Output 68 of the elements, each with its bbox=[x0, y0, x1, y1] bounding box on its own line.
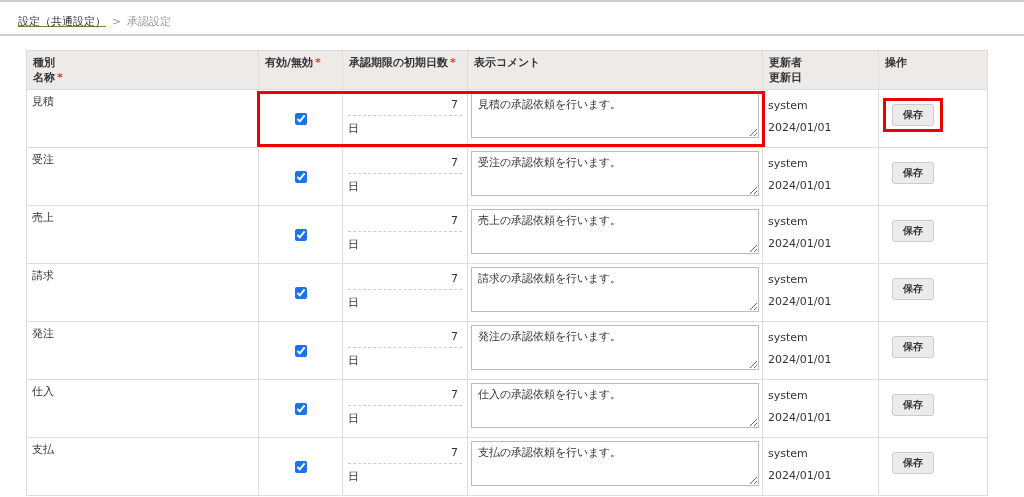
updater-text: system bbox=[768, 331, 809, 345]
comment-field[interactable]: 発注の承認依頼を行います。 bbox=[471, 325, 759, 370]
days-unit: 日 bbox=[348, 353, 360, 368]
column-header: 種別 名称 * bbox=[27, 51, 259, 90]
type-name: 売上 bbox=[32, 211, 55, 225]
save-button[interactable]: 保存 bbox=[892, 104, 934, 126]
days-unit: 日 bbox=[348, 411, 360, 426]
required-mark: * bbox=[315, 56, 321, 69]
enabled-checkbox[interactable] bbox=[294, 460, 307, 473]
comment-field[interactable]: 支払の承認依頼を行います。 bbox=[471, 441, 759, 486]
enabled-checkbox[interactable] bbox=[294, 344, 307, 357]
save-button[interactable]: 保存 bbox=[892, 336, 934, 358]
enabled-checkbox[interactable] bbox=[294, 402, 307, 415]
comment-field[interactable]: 売上の承認依頼を行います。 bbox=[471, 209, 759, 254]
column-header: 承認期限の初期日数 * bbox=[343, 51, 468, 90]
enabled-checkbox[interactable] bbox=[294, 228, 307, 241]
comment-field[interactable]: 仕入の承認依頼を行います。 bbox=[471, 383, 759, 428]
updated-date: 2024/01/01 bbox=[768, 353, 833, 367]
updated-date: 2024/01/01 bbox=[768, 179, 833, 193]
save-button[interactable]: 保存 bbox=[892, 394, 934, 416]
save-button[interactable]: 保存 bbox=[892, 452, 934, 474]
days-unit: 日 bbox=[348, 237, 360, 252]
enabled-checkbox[interactable] bbox=[294, 112, 307, 125]
updated-date: 2024/01/01 bbox=[768, 121, 833, 135]
updated-date: 2024/01/01 bbox=[768, 411, 833, 425]
type-name: 請求 bbox=[32, 269, 55, 283]
days-field[interactable]: 7 bbox=[348, 153, 462, 174]
type-name: 支払 bbox=[32, 443, 55, 457]
updated-date: 2024/01/01 bbox=[768, 295, 833, 309]
required-mark: * bbox=[57, 71, 63, 84]
column-header: 表示コメント bbox=[468, 51, 763, 90]
breadcrumb-current: 承認設定 bbox=[127, 14, 172, 29]
days-field[interactable]: 7 bbox=[348, 443, 462, 464]
type-name: 見積 bbox=[32, 95, 55, 109]
days-field[interactable]: 7 bbox=[348, 385, 462, 406]
enabled-checkbox[interactable] bbox=[294, 286, 307, 299]
days-unit: 日 bbox=[348, 121, 360, 136]
column-header: 更新者 更新日 bbox=[763, 51, 879, 90]
updater-text: system bbox=[768, 157, 809, 171]
breadcrumb-separator: > bbox=[112, 15, 122, 28]
comment-field[interactable]: 受注の承認依頼を行います。 bbox=[471, 151, 759, 196]
save-button[interactable]: 保存 bbox=[892, 220, 934, 242]
updater-text: system bbox=[768, 215, 809, 229]
days-field[interactable]: 7 bbox=[348, 95, 462, 116]
updater-text: system bbox=[768, 447, 809, 461]
days-field[interactable]: 7 bbox=[348, 211, 462, 232]
type-name: 発注 bbox=[32, 327, 55, 341]
updater-text: system bbox=[768, 99, 809, 113]
days-field[interactable]: 7 bbox=[348, 327, 462, 348]
comment-field[interactable]: 見積の承認依頼を行います。 bbox=[471, 93, 759, 138]
type-name: 受注 bbox=[32, 153, 55, 167]
save-button[interactable]: 保存 bbox=[892, 162, 934, 184]
column-header: 操作 bbox=[879, 51, 988, 90]
breadcrumb-link[interactable]: 設定（共通設定） bbox=[18, 14, 106, 29]
days-field[interactable]: 7 bbox=[348, 269, 462, 290]
days-unit: 日 bbox=[348, 295, 360, 310]
type-name: 仕入 bbox=[32, 385, 55, 399]
days-unit: 日 bbox=[348, 469, 360, 484]
updated-date: 2024/01/01 bbox=[768, 469, 833, 483]
updater-text: system bbox=[768, 389, 809, 403]
column-header: 有効/無効 * bbox=[259, 51, 343, 90]
save-button[interactable]: 保存 bbox=[892, 278, 934, 300]
updater-text: system bbox=[768, 273, 809, 287]
updated-date: 2024/01/01 bbox=[768, 237, 833, 251]
days-unit: 日 bbox=[348, 179, 360, 194]
comment-field[interactable]: 請求の承認依頼を行います。 bbox=[471, 267, 759, 312]
required-mark: * bbox=[450, 56, 456, 69]
enabled-checkbox[interactable] bbox=[294, 170, 307, 183]
